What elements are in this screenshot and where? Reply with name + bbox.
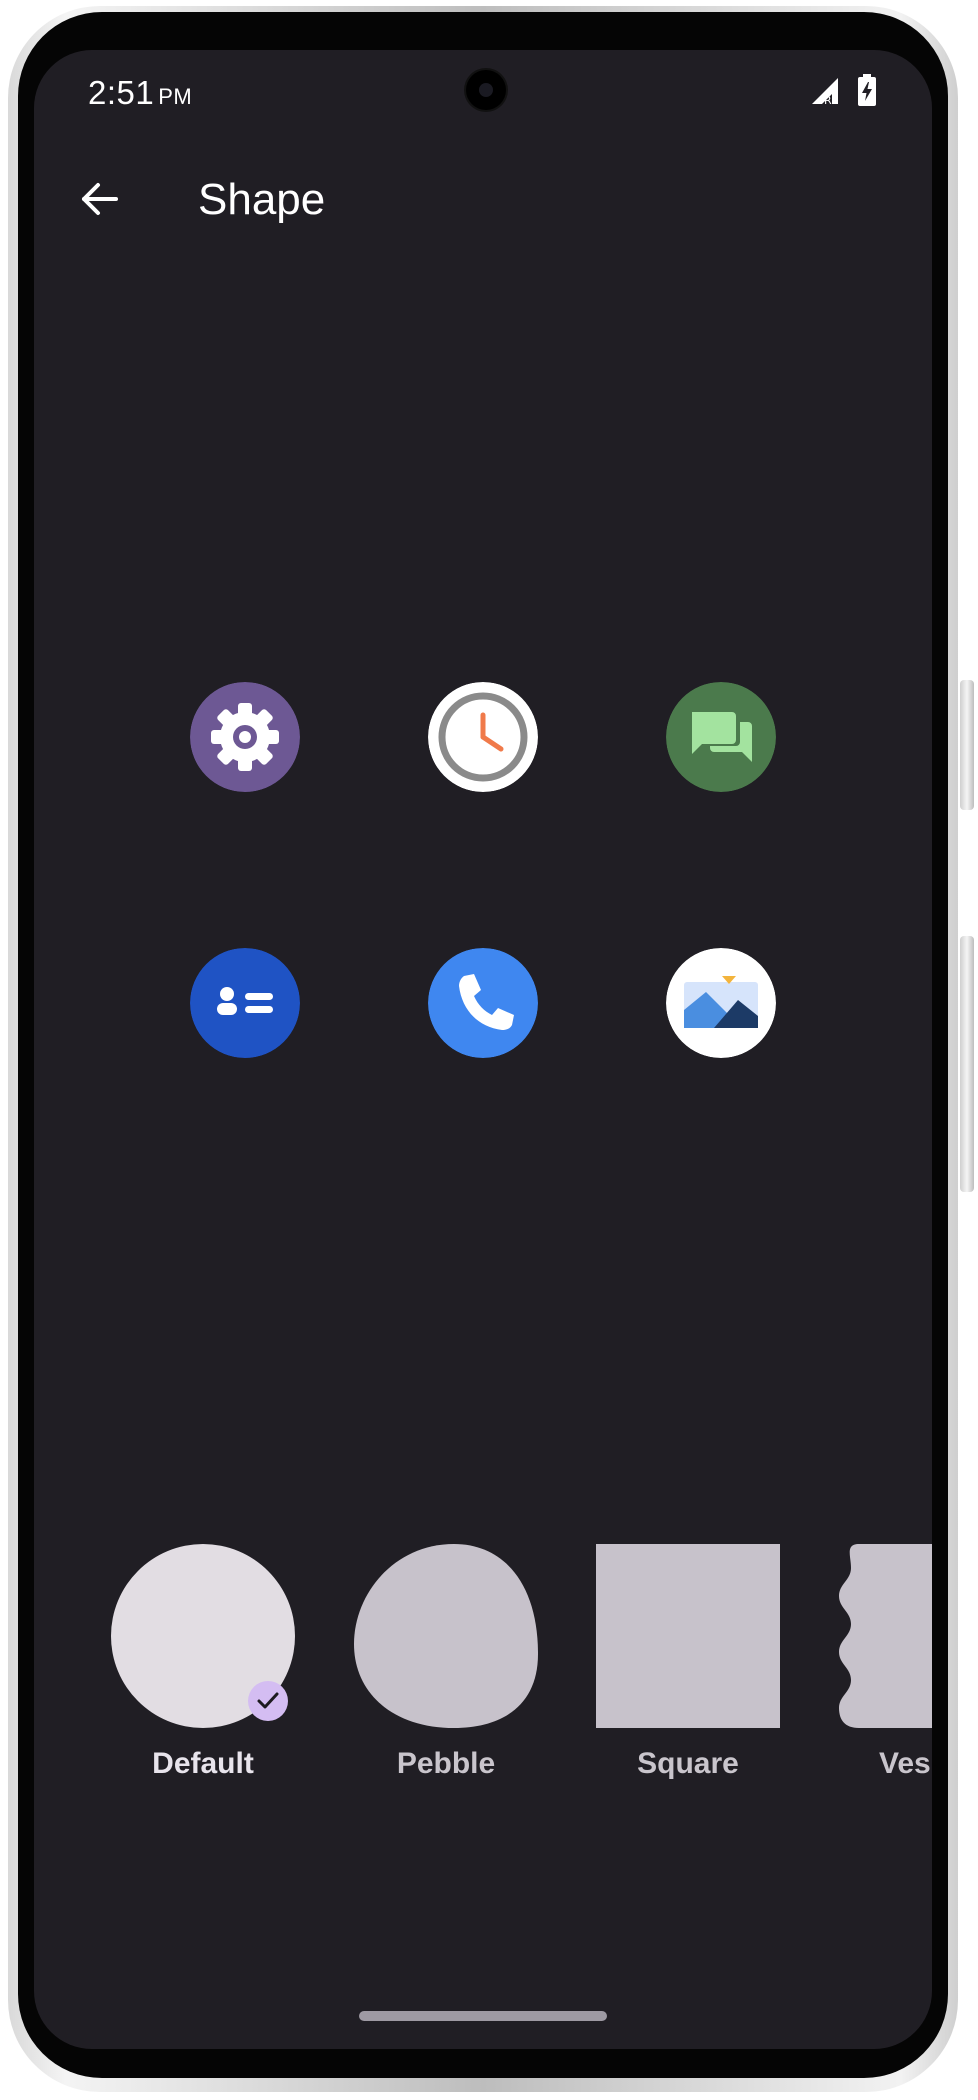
pebble-shape-swatch — [354, 1544, 538, 1728]
shape-label-pebble: Pebble — [396, 1747, 496, 1780]
signal-icon: R — [812, 78, 838, 106]
phone-app-icon — [428, 948, 538, 1058]
page-title: Shape — [198, 175, 326, 224]
contacts-app-icon — [190, 948, 300, 1058]
settings-app-icon — [190, 682, 300, 792]
shape-label-vessel: Ves — [879, 1747, 931, 1780]
screen: 2:51 PM R Shape Default Pebble Square Ve… — [34, 50, 932, 2049]
home-indicator[interactable] — [359, 2011, 607, 2021]
back-button[interactable] — [70, 170, 128, 228]
status-time: 2:51 PM — [88, 74, 192, 112]
selected-check-badge — [248, 1681, 288, 1721]
vessel-shape-swatch — [839, 1544, 932, 1728]
shape-label-square: Square — [637, 1747, 739, 1780]
svg-text:R: R — [824, 94, 832, 106]
front-camera — [466, 70, 506, 110]
gallery-app-icon — [666, 948, 776, 1058]
status-time-ampm: PM — [158, 84, 193, 109]
messages-app-icon — [666, 682, 776, 792]
check-icon — [257, 1692, 279, 1709]
arrow-back-icon — [82, 183, 118, 215]
volume-button — [960, 680, 974, 810]
clock-app-icon — [428, 682, 538, 792]
shape-label-default: Default — [152, 1747, 254, 1780]
status-time-value: 2:51 — [88, 74, 155, 111]
power-button — [960, 936, 974, 1192]
battery-charging-icon — [858, 74, 876, 106]
square-shape-swatch — [596, 1544, 780, 1728]
